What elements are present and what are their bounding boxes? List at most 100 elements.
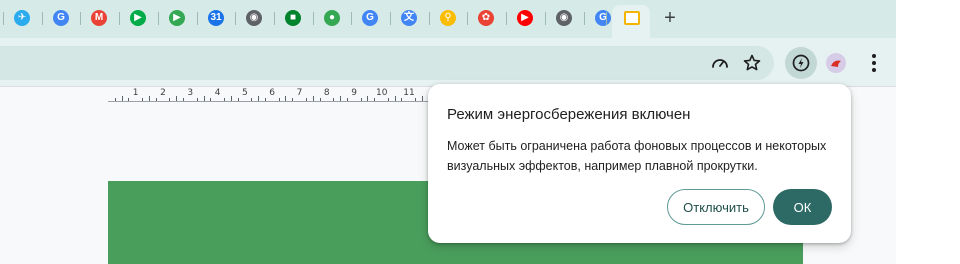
- ruler-tick: [121, 96, 123, 101]
- google-icon: G: [53, 10, 69, 26]
- ruler-number: 4: [214, 88, 221, 98]
- tab-separator: [274, 12, 275, 25]
- ruler-number: 8: [323, 88, 330, 98]
- tab-separator: [313, 12, 314, 25]
- ruler-number: 11: [403, 88, 415, 98]
- ruler-tick: [346, 98, 348, 101]
- ruler-tick: [210, 98, 212, 101]
- tab-separator: [119, 12, 120, 25]
- tab-separator: [42, 12, 43, 25]
- popup-body: Может быть ограничена работа фоновых про…: [447, 139, 827, 173]
- new-tab-button[interactable]: +: [660, 8, 680, 28]
- ruler-tick: [401, 98, 403, 101]
- ruler-number: 7: [296, 88, 303, 98]
- ruler-tick: [169, 98, 171, 101]
- ruler-tick: [312, 96, 314, 101]
- pinned-tab[interactable]: ▶: [167, 8, 187, 28]
- ruler-tick: [183, 98, 185, 101]
- menu-dot: [872, 54, 876, 58]
- ruler-tick: [415, 98, 417, 101]
- ruler-number: 9: [351, 88, 357, 98]
- ruler-tick: [196, 98, 198, 101]
- ruler-tick: [114, 98, 116, 101]
- pinned-tab[interactable]: 文: [399, 8, 419, 28]
- ruler-number: 2: [160, 88, 166, 98]
- ruler-tick: [155, 98, 157, 101]
- ruler-tick: [421, 96, 423, 101]
- telegram-icon: ✈: [14, 10, 30, 26]
- menu-dot: [872, 61, 876, 65]
- chrome-icon: ◉: [556, 10, 572, 26]
- tab-separator: [3, 12, 4, 25]
- pinned-tab[interactable]: ✈: [12, 8, 32, 28]
- ruler-tick: [292, 98, 294, 101]
- pinned-tab[interactable]: ▶: [515, 8, 535, 28]
- google-maps-icon: ●: [324, 10, 340, 26]
- pinned-tab[interactable]: ▶: [128, 8, 148, 28]
- ruler-tick: [374, 98, 376, 101]
- ruler-tick: [394, 96, 396, 101]
- tab-separator: [235, 12, 236, 25]
- ruler-tick: [387, 98, 389, 101]
- tab-separator: [197, 12, 198, 25]
- ruler-number: 10: [376, 88, 388, 98]
- ruler-tick: [224, 98, 226, 101]
- google-shopping-icon: ⚲: [440, 10, 456, 26]
- google-slides-icon: [624, 11, 640, 25]
- tab-separator: [606, 12, 607, 25]
- ruler-tick: [264, 98, 266, 101]
- tab-separator: [390, 12, 391, 25]
- ruler-tick: [203, 96, 205, 101]
- ruler-tick: [258, 96, 260, 101]
- google-calendar-icon: 31: [208, 10, 224, 26]
- tab-strip: + ✈ G M ▶ ▶ 31 ◉ ■ ● G 文 ⚲ ✿ ▶ ◉ G: [0, 0, 896, 38]
- ruler-tick: [230, 96, 232, 101]
- browser-window: + ✈ G M ▶ ▶ 31 ◉ ■ ● G 文 ⚲ ✿ ▶ ◉ G 1 2 3…: [0, 0, 896, 264]
- ruler-tick: [305, 98, 307, 101]
- ruler-tick: [278, 98, 280, 101]
- ruler-tick: [176, 96, 178, 101]
- google-play-icon: ▶: [169, 10, 185, 26]
- pinned-tab[interactable]: G: [51, 8, 71, 28]
- google-photos-icon: ✿: [478, 10, 494, 26]
- google-meet-icon: ▶: [130, 10, 146, 26]
- pinned-tab[interactable]: M: [89, 8, 109, 28]
- browser-menu-button[interactable]: [864, 51, 884, 75]
- turn-off-button[interactable]: Отключить: [667, 189, 765, 225]
- ruler-tick: [340, 96, 342, 101]
- pinned-tab[interactable]: ●: [322, 8, 342, 28]
- horizontal-ruler[interactable]: 1 2 3 4 5 6 7 8 9 10 11: [108, 87, 428, 102]
- tab-separator: [506, 12, 507, 25]
- pinned-tab[interactable]: ✿: [476, 8, 496, 28]
- ruler-tick: [237, 98, 239, 101]
- ok-button[interactable]: ОК: [773, 189, 832, 225]
- pinned-tab[interactable]: ◉: [244, 8, 264, 28]
- pinned-tab[interactable]: 31: [206, 8, 226, 28]
- address-bar[interactable]: [0, 46, 774, 80]
- pinned-tab[interactable]: ■: [283, 8, 303, 28]
- menu-dot: [872, 68, 876, 72]
- ruler-number: 5: [242, 88, 248, 98]
- bookmark-star-icon[interactable]: [740, 51, 764, 75]
- pinned-tab[interactable]: ◉: [554, 8, 574, 28]
- tab-separator: [351, 12, 352, 25]
- energy-saver-icon: [792, 54, 810, 72]
- avatar-bird-icon: [831, 60, 841, 67]
- energy-saver-button[interactable]: [785, 47, 817, 79]
- performance-gauge-icon[interactable]: [708, 51, 732, 75]
- chrome-icon: ◉: [246, 10, 262, 26]
- ruler-tick: [360, 98, 362, 101]
- google-translate-icon: 文: [401, 10, 417, 26]
- pinned-tab[interactable]: G: [360, 8, 380, 28]
- profile-avatar[interactable]: [826, 53, 846, 73]
- toolbar: [0, 38, 896, 86]
- pinned-tab[interactable]: G: [593, 8, 613, 28]
- ruler-tick: [142, 98, 144, 101]
- pinned-tab[interactable]: ⚲: [438, 8, 458, 28]
- tab-separator: [545, 12, 546, 25]
- ruler-tick: [251, 98, 253, 101]
- energy-saver-popup: Режим энергосбережения включен Может быт…: [428, 84, 851, 243]
- ruler-tick: [333, 98, 335, 101]
- google-chat-icon: ■: [285, 10, 301, 26]
- ruler-baseline: [108, 101, 428, 102]
